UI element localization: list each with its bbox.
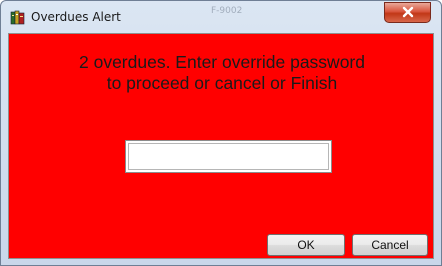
close-button[interactable]	[384, 2, 431, 23]
title-bar[interactable]: Overdues Alert F-9002	[1, 1, 441, 33]
books-icon	[10, 10, 26, 25]
cancel-button[interactable]: Cancel	[352, 234, 428, 256]
ok-button[interactable]: OK	[267, 234, 345, 256]
dialog-body: 2 overdues. Enter override password to p…	[8, 33, 434, 259]
alert-message: 2 overdues. Enter override password to p…	[9, 52, 435, 94]
close-icon	[401, 3, 415, 22]
alert-message-line-2: to proceed or cancel or Finish	[106, 73, 338, 93]
window-title-ghost: F-9002	[211, 6, 243, 16]
override-password-input[interactable]	[125, 140, 332, 173]
window-title: Overdues Alert	[31, 10, 121, 24]
alert-message-line-1: 2 overdues. Enter override password	[79, 52, 365, 72]
dialog-window: Overdues Alert F-9002 2 overdues. Enter …	[0, 0, 442, 266]
